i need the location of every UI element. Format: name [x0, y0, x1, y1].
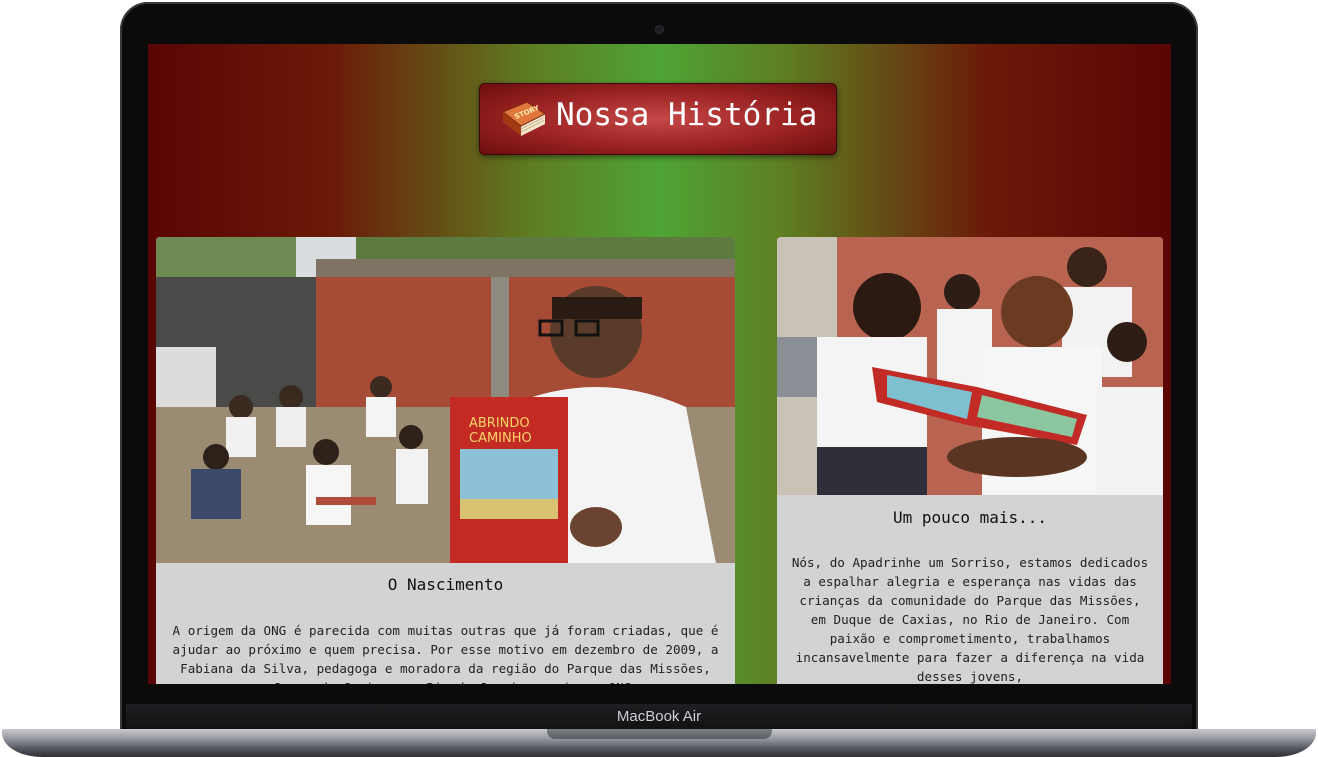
screen[interactable]: STORY Nossa História ABRINDO CAMINHO O N… — [148, 44, 1171, 684]
book-icon: STORY — [502, 101, 546, 136]
hero-banner: STORY Nossa História — [479, 83, 837, 155]
story-card-more: Um pouco mais... Nós, do Apadrinhe um So… — [777, 237, 1163, 684]
card-title: Um pouco mais... — [892, 508, 1048, 527]
card-title: O Nascimento — [387, 575, 504, 594]
svg-text:CAMINHO: CAMINHO — [469, 431, 532, 446]
photo-woman-with-book: ABRINDO CAMINHO — [156, 237, 735, 563]
screen-bottom-bezel — [126, 684, 1192, 704]
page-title: Nossa História — [556, 97, 818, 133]
device-brand-label: MacBook Air — [616, 708, 702, 725]
story-card-origin: ABRINDO CAMINHO O Nascimento A origem da… — [156, 237, 735, 684]
camera-icon — [656, 26, 663, 33]
card-text: A origem da ONG é parecida com muitas ou… — [172, 623, 719, 684]
laptop-notch — [547, 729, 772, 739]
photo-girls-reading — [777, 237, 1163, 495]
laptop-chin: MacBook Air — [126, 704, 1192, 730]
svg-text:ABRINDO: ABRINDO — [469, 416, 530, 431]
card-text: Nós, do Apadrinhe um Sorriso, estamos de… — [791, 555, 1149, 684]
